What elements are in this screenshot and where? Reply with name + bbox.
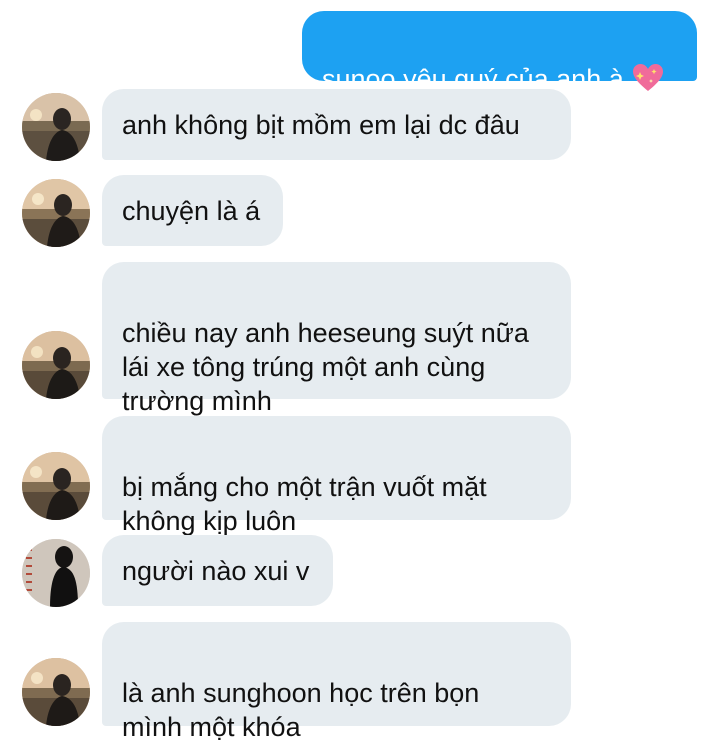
avatar[interactable] [22,331,90,399]
message-text: anh không bịt mồm em lại dc đâu [122,109,520,140]
message-text: là anh sunghoon học trên bọn mình một kh… [122,678,480,742]
message-text: chuyện là á [122,195,261,226]
incoming-message-bubble[interactable]: bị mắng cho một trận vuốt mặt không kịp … [102,416,571,536]
message-text: người nào xui v [122,555,310,586]
incoming-message-bubble[interactable]: là anh sunghoon học trên bọn mình một kh… [102,622,571,742]
message-text: chiều nay anh heeseung suýt nữa lái xe t… [122,318,529,416]
avatar[interactable] [22,93,90,161]
avatar[interactable] [22,658,90,726]
incoming-message-bubble[interactable]: chiều nay anh heeseung suýt nữa lái xe t… [102,262,571,416]
avatar[interactable] [22,452,90,520]
avatar[interactable] [22,539,90,607]
incoming-message-bubble[interactable]: anh không bịt mồm em lại dc đâu [102,89,571,160]
outgoing-message-bubble[interactable]: sunoo yêu quý của anh à [302,11,697,94]
message-text: bị mắng cho một trận vuốt mặt không kịp … [122,472,487,536]
avatar[interactable] [22,179,90,247]
incoming-message-bubble[interactable]: chuyện là á [102,175,283,246]
incoming-message-bubble[interactable]: người nào xui v [102,535,333,606]
sparkling-heart-icon [632,63,664,93]
